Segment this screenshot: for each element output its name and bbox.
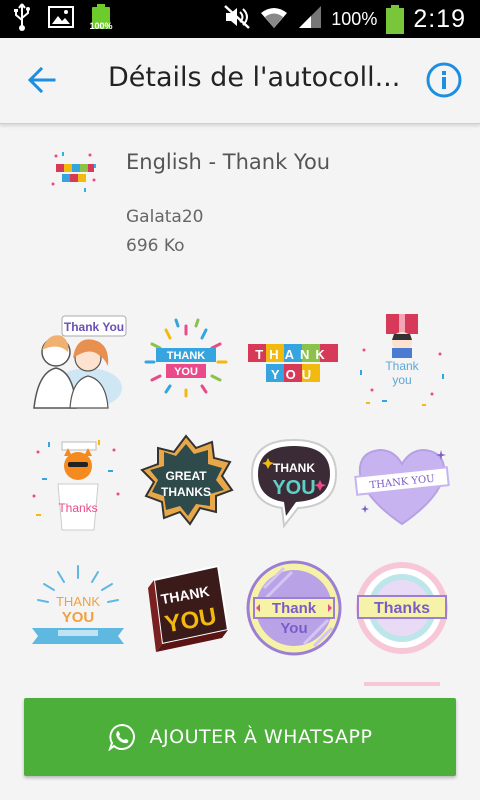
app-bar: Détails de l'autocoll...	[0, 38, 480, 124]
sticker-grid: Thank You THANK YOU THANK YOU Thank you …	[28, 310, 458, 686]
sticker-badge-great-thanks[interactable]: GREAT THANKS	[136, 434, 236, 534]
usb-icon	[12, 2, 32, 36]
sticker-text-line2: YOU	[272, 477, 315, 499]
sticker-circle-thank-you[interactable]: Thank You	[244, 558, 344, 658]
sticker-banner-thank-you[interactable]: THANK YOU	[28, 558, 128, 658]
arrow-left-icon	[27, 66, 56, 94]
sticker-text-line1: Thank	[385, 359, 419, 373]
signal-icon	[297, 4, 323, 34]
info-circle-icon	[426, 62, 462, 98]
sticker-text-line2: THANKS	[161, 485, 211, 499]
sticker-blocks-thank-you[interactable]: THANK YOU	[244, 310, 344, 410]
page-title: Détails de l'autocoll...	[108, 62, 401, 93]
info-button[interactable]	[424, 60, 464, 100]
battery-icon	[385, 4, 405, 34]
sticker-text-line2: YOU	[271, 367, 317, 382]
back-button[interactable]	[22, 60, 62, 100]
pack-author: Galata20	[126, 207, 204, 227]
sticker-text-line1: THANK	[167, 350, 206, 362]
sticker-row4-2[interactable]	[136, 682, 236, 686]
sticker-text-line2: you	[392, 373, 411, 387]
pack-size: 696 Ko	[126, 236, 185, 256]
sticker-text-line1: GREAT	[165, 469, 207, 483]
sticker-text-line2: YOU	[62, 609, 95, 626]
sticker-text: Thank You	[64, 320, 124, 334]
sticker-cat-thanks[interactable]: Thanks	[28, 434, 128, 534]
sticker-row4-4[interactable]	[352, 682, 452, 686]
add-to-whatsapp-button[interactable]: AJOUTER À WHATSAPP	[24, 698, 456, 776]
sticker-bubble-thank-you[interactable]: THANK YOU	[244, 434, 344, 534]
sticker-text-line1: THANK	[255, 347, 331, 362]
sticker-row4-1[interactable]	[28, 682, 128, 686]
sticker-gift-thank-you[interactable]: Thank you	[352, 310, 452, 410]
sticker-3d-thank-you[interactable]: THANK YOU	[136, 558, 236, 658]
sticker-text-line2: YOU	[174, 366, 198, 378]
sticker-text-line2: You	[280, 620, 307, 637]
battery-notification-label: 100%	[89, 21, 113, 31]
mute-icon	[223, 4, 251, 34]
sticker-heart-thank-you[interactable]: THANK YOU	[352, 434, 452, 534]
sticker-text-line1: THANK	[56, 594, 100, 609]
pack-tray-icon	[50, 150, 98, 194]
image-icon	[48, 5, 74, 33]
screen: 100% 100% 2:19 Détails de l'autocoll...	[0, 0, 480, 800]
status-bar: 100% 100% 2:19	[0, 0, 480, 38]
sticker-row4-3[interactable]	[244, 682, 344, 686]
notification-icons: 100%	[12, 2, 113, 36]
sticker-text: Thanks	[58, 501, 97, 515]
clock: 2:19	[413, 4, 466, 33]
battery-full-notification-icon: 100%	[89, 4, 113, 34]
sticker-confetti-thank-you[interactable]: THANK YOU	[136, 310, 236, 410]
wifi-icon	[259, 4, 289, 34]
sticker-text: Thanks	[374, 600, 430, 617]
add-to-whatsapp-label: AJOUTER À WHATSAPP	[149, 726, 373, 748]
battery-percent: 100%	[331, 8, 378, 29]
system-icons: 100% 2:19	[223, 0, 466, 38]
pack-name: English - Thank You	[126, 150, 331, 174]
whatsapp-icon	[107, 723, 135, 751]
sticker-circle-thanks[interactable]: Thanks	[352, 558, 452, 658]
sticker-text-line1: Thank	[272, 600, 317, 617]
sticker-couple-thank-you[interactable]: Thank You	[28, 310, 128, 410]
sticker-text-line1: THANK	[273, 461, 315, 475]
